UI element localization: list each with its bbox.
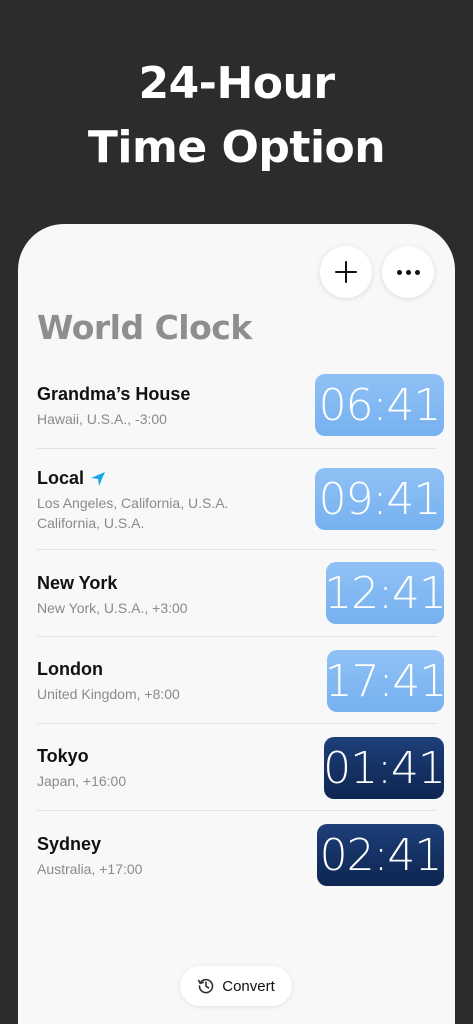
clock-row-local[interactable]: Local Los Angeles, California, U.S.A. Ca… — [37, 468, 444, 548]
time-display: 12:41 — [324, 562, 447, 624]
time-display: 17:41 — [325, 650, 447, 712]
plus-icon — [335, 261, 357, 283]
divider — [37, 636, 436, 637]
location-arrow-icon — [91, 471, 106, 486]
time-display: 09:41 — [315, 468, 444, 530]
clock-row-sydney[interactable]: Sydney Australia, +17:00 02:41 — [37, 824, 444, 886]
headline-line-1: 24-Hour — [138, 58, 335, 109]
headline: 24-Hour Time Option — [0, 52, 473, 180]
history-icon — [198, 978, 214, 994]
convert-label: Convert — [222, 977, 275, 995]
divider — [37, 810, 436, 811]
clock-row-tokyo[interactable]: Tokyo Japan, +16:00 01:41 — [37, 737, 446, 799]
time-display: 02:41 — [317, 824, 444, 886]
time-display: 06:41 — [315, 374, 444, 436]
page-title: World Clock — [37, 308, 252, 347]
headline-line-2: Time Option — [87, 122, 386, 173]
time-display: 01:41 — [323, 737, 446, 799]
add-clock-button[interactable] — [320, 246, 372, 298]
divider — [37, 448, 436, 449]
clock-row-new-york[interactable]: New York New York, U.S.A., +3:00 12:41 — [37, 562, 447, 624]
clock-row-london[interactable]: London United Kingdom, +8:00 17:41 — [37, 650, 447, 712]
divider — [37, 723, 436, 724]
more-options-button[interactable] — [382, 246, 434, 298]
city-name: Local — [37, 468, 85, 488]
convert-button[interactable]: Convert — [180, 966, 292, 1006]
ellipsis-icon — [396, 269, 420, 275]
world-clock-screen: World Clock Grandma’s House Hawaii, U.S.… — [18, 224, 455, 1024]
divider — [37, 549, 436, 550]
clock-row-grandmas-house[interactable]: Grandma’s House Hawaii, U.S.A., -3:00 06… — [37, 374, 444, 436]
